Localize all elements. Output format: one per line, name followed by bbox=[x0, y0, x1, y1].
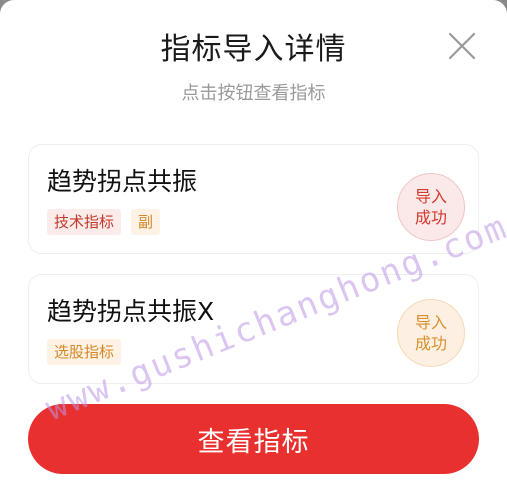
indicator-tag: 技术指标 bbox=[47, 209, 122, 235]
indicator-card: 趋势拐点共振X 选股指标 导入 成功 bbox=[28, 274, 479, 384]
indicator-tags: 选股指标 bbox=[47, 339, 122, 365]
indicator-name: 趋势拐点共振X bbox=[47, 297, 215, 326]
indicator-name: 趋势拐点共振 bbox=[47, 167, 198, 196]
close-icon bbox=[448, 32, 476, 60]
indicator-tag: 副 bbox=[131, 209, 161, 235]
close-button[interactable] bbox=[446, 30, 478, 62]
indicator-tags: 技术指标 副 bbox=[47, 209, 161, 235]
indicator-card: 趋势拐点共振 技术指标 副 导入 成功 bbox=[28, 144, 479, 254]
status-text: 导入 bbox=[414, 313, 447, 332]
import-status-badge: 导入 成功 bbox=[397, 299, 465, 367]
dialog-subtitle: 点击按钮查看指标 bbox=[181, 83, 326, 104]
status-text: 成功 bbox=[414, 334, 447, 353]
dialog-title: 指标导入详情 bbox=[160, 32, 347, 67]
status-text: 导入 bbox=[414, 187, 447, 206]
indicator-tag: 选股指标 bbox=[47, 339, 122, 365]
import-status-badge: 导入 成功 bbox=[397, 173, 465, 241]
import-details-dialog: 指标导入详情 点击按钮查看指标 趋势拐点共振 技术指标 副 导入 成功 趋势拐点… bbox=[0, 0, 507, 501]
view-indicators-button[interactable]: 查看指标 bbox=[28, 404, 479, 474]
status-text: 成功 bbox=[414, 208, 447, 227]
